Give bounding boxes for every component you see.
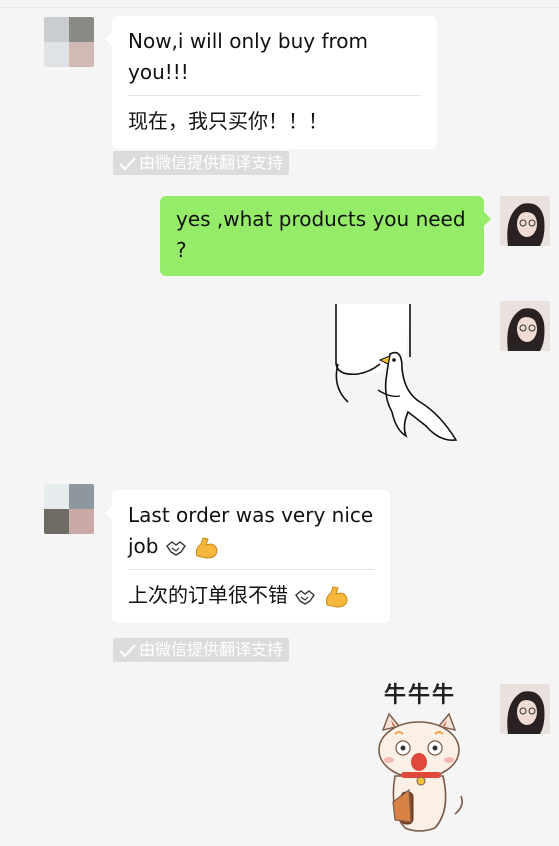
check-icon bbox=[119, 157, 136, 171]
flexed-biceps-icon bbox=[196, 536, 218, 559]
message-text: yes ,what products you need ? bbox=[176, 207, 466, 262]
handshake-icon bbox=[295, 589, 316, 605]
my-avatar[interactable] bbox=[500, 301, 550, 351]
bubble-tail bbox=[105, 32, 112, 46]
check-icon bbox=[119, 644, 136, 658]
translation-divider bbox=[128, 95, 421, 96]
translation-note: 由微信提供翻译支持 bbox=[139, 153, 284, 172]
girl-portrait-icon bbox=[500, 196, 550, 246]
translation-note: 由微信提供翻译支持 bbox=[139, 640, 284, 659]
translation-divider bbox=[128, 569, 374, 570]
handshake-icon bbox=[165, 540, 186, 556]
cat-cheering-sticker[interactable]: 牛牛牛 bbox=[365, 682, 475, 837]
cat-icon bbox=[378, 712, 463, 832]
message-original-line: Last order was very nice job bbox=[128, 500, 374, 562]
girl-portrait-icon bbox=[500, 684, 550, 734]
my-avatar[interactable] bbox=[500, 684, 550, 734]
message-translation-text: 现在，我只买你！！！ bbox=[128, 109, 328, 133]
message-bubble-outgoing[interactable]: yes ,what products you need ? bbox=[160, 196, 491, 276]
translation-badge[interactable]: 由微信提供翻译支持 bbox=[113, 151, 290, 175]
contact-avatar[interactable] bbox=[44, 484, 94, 534]
bubble-tail bbox=[484, 212, 491, 226]
sticker-caption: 牛牛牛 bbox=[383, 683, 456, 708]
message-translation-text: 上次的订单很不错 bbox=[128, 583, 288, 607]
top-divider bbox=[0, 7, 559, 8]
message-bubble-incoming[interactable]: Last order was very nice job 上次的订单很不错 bbox=[105, 490, 390, 623]
message-translation-line: 上次的订单很不错 bbox=[128, 580, 374, 611]
duck-hanging-on-arm-sticker[interactable] bbox=[330, 302, 465, 447]
message-bubble-incoming[interactable]: Now,i will only buy from you!!! 现在，我只买你！… bbox=[105, 16, 437, 149]
message-original-text: Now,i will only buy from you!!! bbox=[128, 29, 368, 84]
bubble-tail bbox=[105, 506, 112, 520]
my-avatar[interactable] bbox=[500, 196, 550, 246]
girl-portrait-icon bbox=[500, 301, 550, 351]
flexed-biceps-icon bbox=[325, 585, 348, 608]
contact-avatar[interactable] bbox=[44, 17, 94, 67]
translation-badge[interactable]: 由微信提供翻译支持 bbox=[113, 638, 290, 662]
